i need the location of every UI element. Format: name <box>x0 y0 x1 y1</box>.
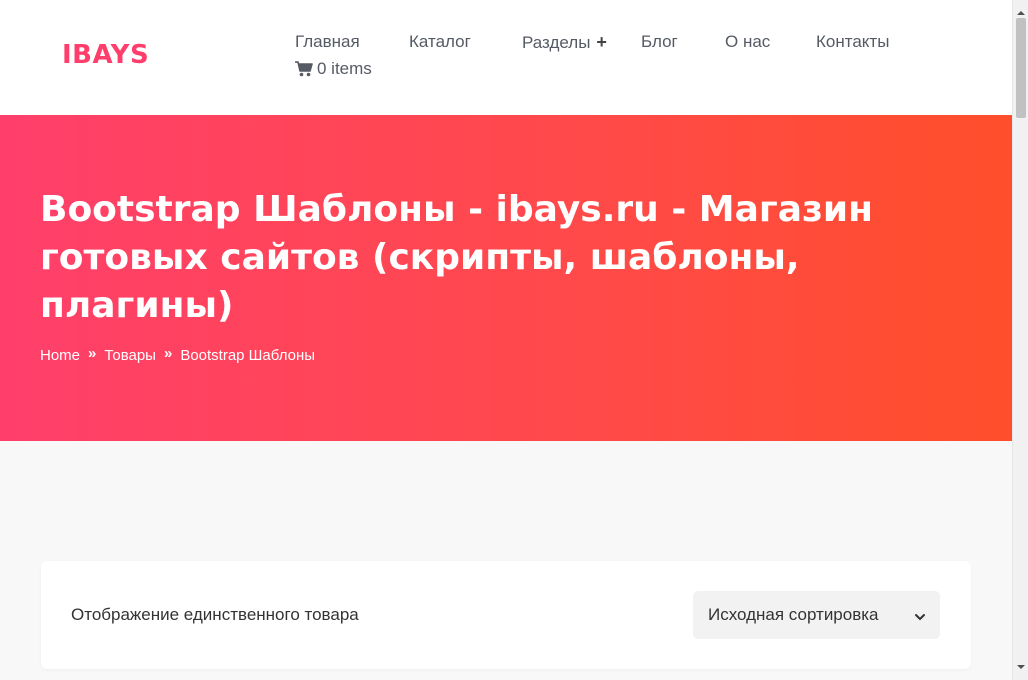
nav-item-sections-label: Разделы <box>522 33 591 52</box>
nav-item-home[interactable]: Главная <box>295 32 360 52</box>
breadcrumb-separator-icon: » <box>163 345 173 362</box>
nav-item-sections[interactable]: Разделы + <box>522 32 607 53</box>
page: IBAYS Главная Каталог Разделы + Блог О на… <box>0 0 1028 680</box>
nav-item-about[interactable]: О нас <box>725 32 770 52</box>
cart-link[interactable]: 0 items <box>295 59 372 79</box>
shop-content: Отображение единственного товара Исходна… <box>0 441 1012 680</box>
cart-icon <box>295 61 313 77</box>
scroll-down-arrow-icon[interactable] <box>1016 658 1026 676</box>
cart-label: 0 items <box>317 59 372 78</box>
breadcrumb-home[interactable]: Home <box>40 347 80 364</box>
chevron-down-icon <box>914 608 926 628</box>
shop-toolbar: Отображение единственного товара Исходна… <box>41 561 971 669</box>
breadcrumb-current: Bootstrap Шаблоны <box>180 347 316 364</box>
nav-item-catalog[interactable]: Каталог <box>409 32 471 52</box>
site-header: IBAYS Главная Каталог Разделы + Блог О на… <box>0 0 1012 115</box>
sort-selected-value: Исходная сортировка <box>708 605 879 624</box>
breadcrumb-separator-icon: » <box>88 345 97 362</box>
site-logo[interactable]: IBAYS <box>62 40 149 70</box>
page-hero: Bootstrap Шаблоны - ibays.ru - Магазин г… <box>0 115 1012 441</box>
sort-select[interactable]: Исходная сортировка <box>693 591 940 639</box>
nav-item-contacts[interactable]: Контакты <box>816 32 889 52</box>
breadcrumb-products[interactable]: Товары <box>104 347 156 364</box>
expand-plus-icon[interactable]: + <box>596 32 607 52</box>
result-count: Отображение единственного товара <box>71 605 359 624</box>
page-title: Bootstrap Шаблоны - ibays.ru - Магазин г… <box>40 189 874 326</box>
vertical-scrollbar[interactable] <box>1012 0 1028 680</box>
breadcrumb: Home » Товары » Bootstrap Шаблоны <box>40 345 316 364</box>
scrollbar-thumb[interactable] <box>1016 18 1026 118</box>
nav-item-blog[interactable]: Блог <box>641 32 678 52</box>
